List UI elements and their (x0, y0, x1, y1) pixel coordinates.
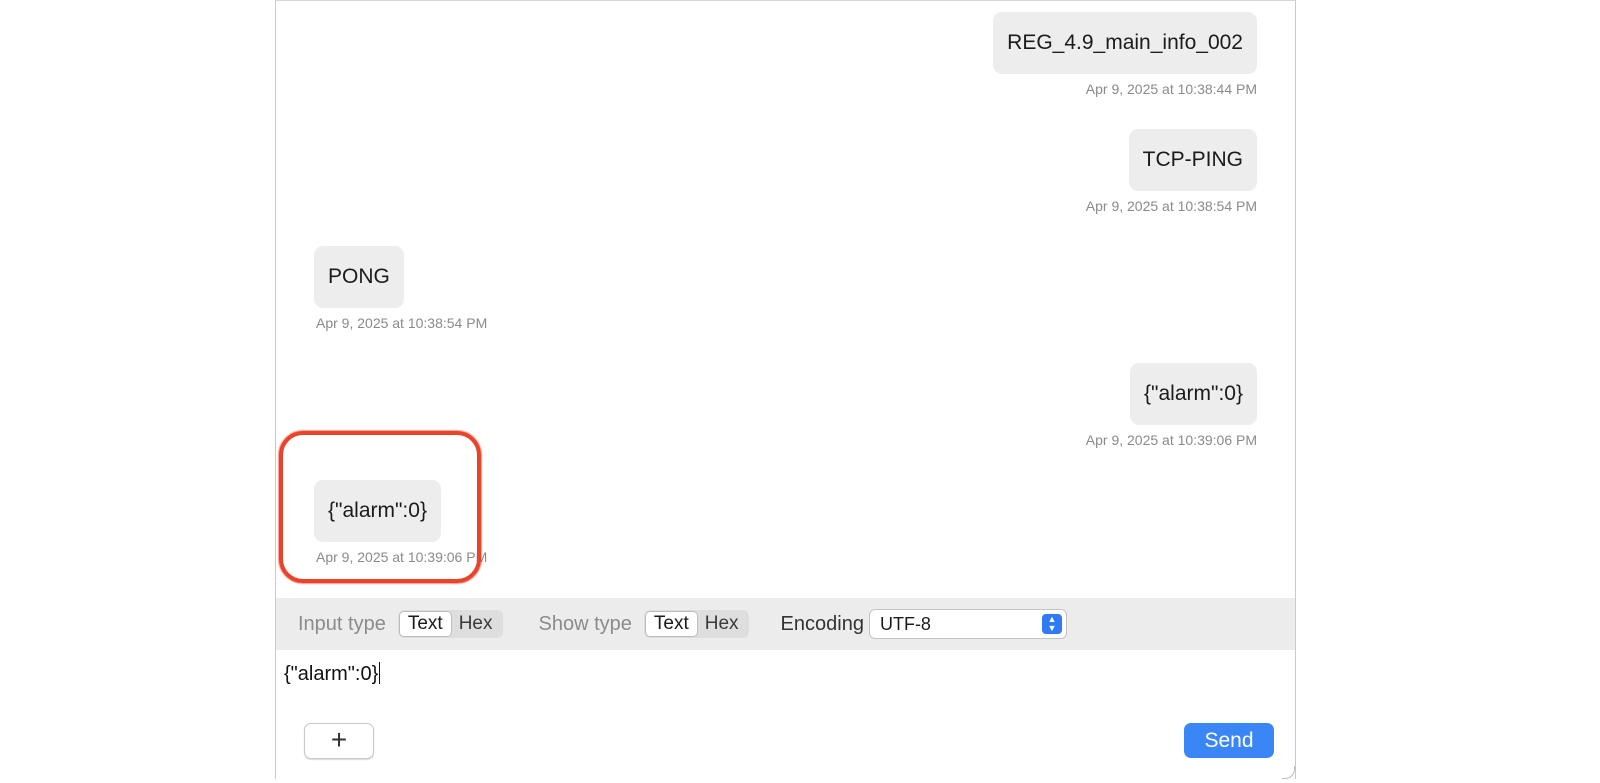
encoding-select[interactable]: UTF-8 ▲ ▼ (869, 610, 1066, 638)
encoding-label: Encoding (780, 612, 864, 635)
message-input[interactable]: {"alarm":0} (276, 650, 1295, 707)
message-bubble[interactable]: {"alarm":0} (314, 480, 441, 542)
message-item: PONG Apr 9, 2025 at 10:38:54 PM (314, 246, 487, 331)
chevron-up-down-icon: ▲ ▼ (1041, 614, 1062, 634)
show-type-label: Show type (538, 612, 632, 635)
message-bubble[interactable]: REG_4.9_main_info_002 (993, 12, 1257, 74)
show-type-segmented-control: Text Hex (643, 610, 749, 638)
message-timestamp: Apr 9, 2025 at 10:38:54 PM (316, 315, 488, 331)
options-toolbar: Input type Text Hex Show type Text Hex E… (276, 598, 1295, 650)
chat-window: REG_4.9_main_info_002 Apr 9, 2025 at 10:… (275, 0, 1296, 779)
input-type-label: Input type (298, 612, 386, 635)
resize-handle[interactable] (1282, 766, 1295, 779)
text-caret (379, 662, 381, 684)
show-type-text-option[interactable]: Text (645, 612, 697, 636)
message-bubble[interactable]: TCP-PING (1128, 129, 1257, 191)
input-type-segmented-control: Text Hex (397, 610, 503, 638)
message-timestamp: Apr 9, 2025 at 10:38:44 PM (1085, 81, 1257, 97)
input-type-hex-option[interactable]: Hex (451, 612, 501, 636)
add-button[interactable]: + (304, 723, 374, 759)
message-item: {"alarm":0} Apr 9, 2025 at 10:39:06 PM (1086, 363, 1257, 448)
message-item: REG_4.9_main_info_002 Apr 9, 2025 at 10:… (993, 12, 1257, 97)
message-input-value: {"alarm":0} (284, 663, 379, 685)
message-input-text: {"alarm":0} (284, 662, 381, 686)
message-timestamp: Apr 9, 2025 at 10:39:06 PM (1085, 432, 1257, 448)
show-type-hex-option[interactable]: Hex (697, 612, 747, 636)
plus-icon: + (330, 724, 348, 755)
input-type-text-option[interactable]: Text (399, 612, 451, 636)
message-bubble[interactable]: {"alarm":0} (1130, 363, 1257, 425)
message-item: TCP-PING Apr 9, 2025 at 10:38:54 PM (1086, 129, 1257, 214)
message-list[interactable]: REG_4.9_main_info_002 Apr 9, 2025 at 10:… (276, 1, 1295, 598)
message-item: {"alarm":0} Apr 9, 2025 at 10:39:06 PM (314, 480, 487, 565)
send-button[interactable]: Send (1184, 723, 1274, 758)
message-bubble[interactable]: PONG (314, 246, 404, 308)
message-timestamp: Apr 9, 2025 at 10:39:06 PM (316, 549, 488, 565)
encoding-value: UTF-8 (879, 614, 931, 634)
message-timestamp: Apr 9, 2025 at 10:38:54 PM (1085, 198, 1257, 214)
